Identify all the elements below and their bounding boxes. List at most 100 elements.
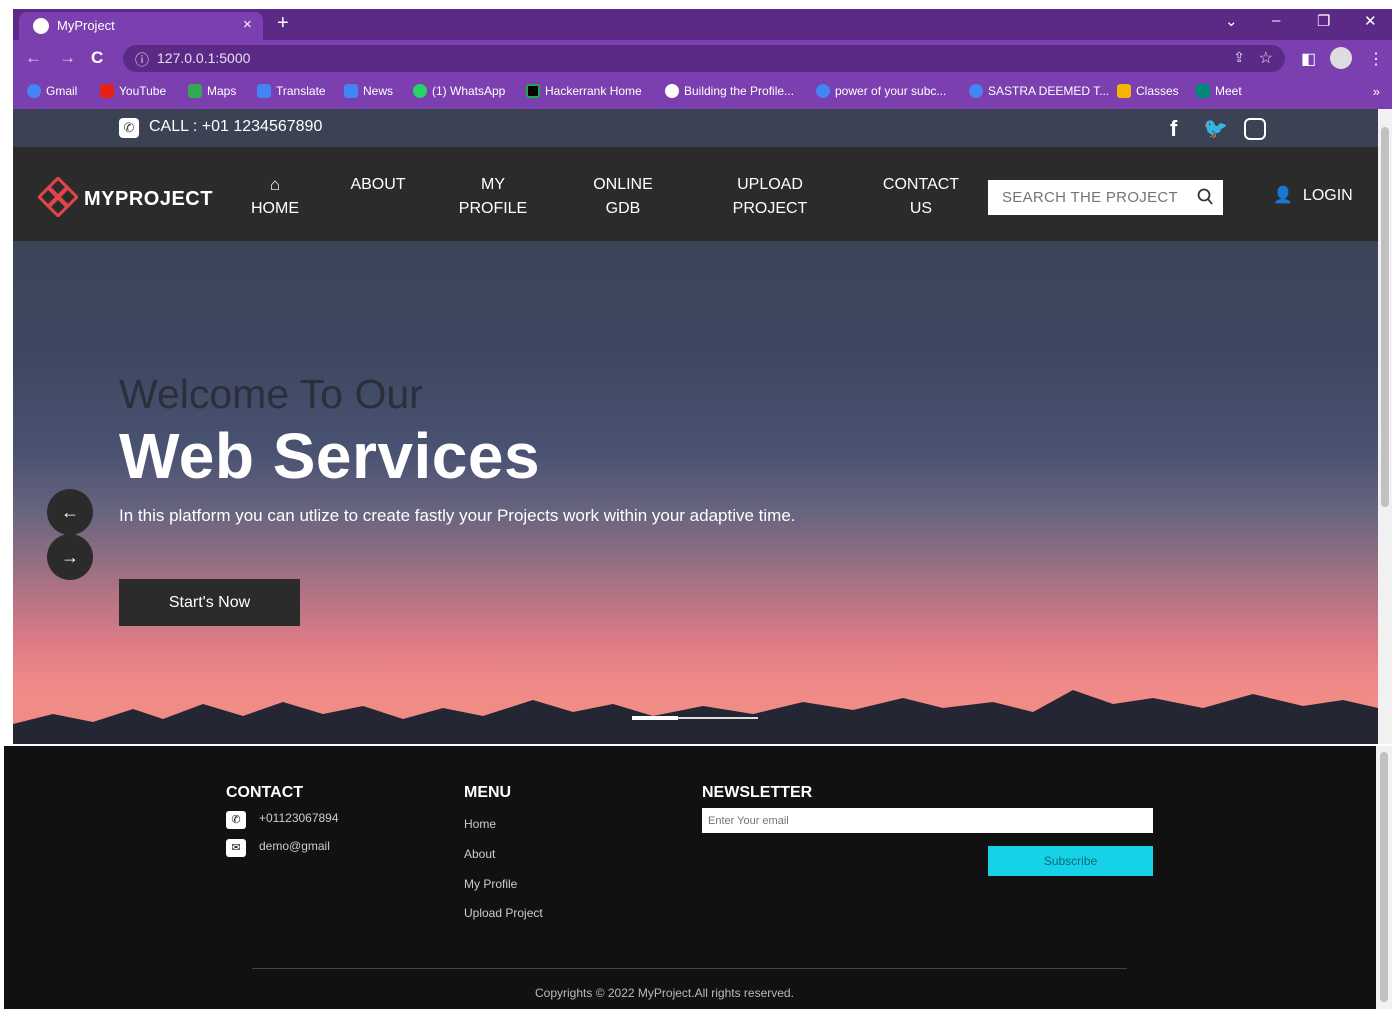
instagram-icon[interactable] [1244, 118, 1266, 140]
forward-arrow-icon[interactable]: → [59, 48, 76, 68]
newsletter-email-input[interactable] [702, 808, 1153, 833]
footer-contact-heading: CONTACT [226, 784, 304, 801]
meet-icon [1196, 84, 1210, 98]
tab-bar: MyProject × + ⌄ – ❐ ✕ [13, 9, 1392, 40]
twitter-icon[interactable]: 🐦 [1203, 116, 1228, 141]
footer-phone: +01123067894 [259, 811, 339, 825]
footer-link-home[interactable]: Home [464, 817, 496, 831]
call-text: CALL : +01 1234567890 [149, 118, 323, 135]
tab-title: MyProject [57, 18, 115, 33]
page-scrollbar[interactable] [1378, 109, 1392, 744]
bookmark-meet[interactable]: Meet [1196, 84, 1242, 98]
bookmark-power-subc[interactable]: power of your subc... [816, 84, 946, 98]
login-link[interactable]: 👤 LOGIN [1273, 185, 1353, 205]
browser-window: MyProject × + ⌄ – ❐ ✕ ← → C ⓘ 127.0.0.1:… [13, 9, 1392, 744]
close-tab-icon[interactable]: × [243, 16, 252, 33]
new-tab-button[interactable]: + [277, 12, 289, 35]
more-bookmarks-icon[interactable]: » [1373, 84, 1380, 99]
tab-search-icon[interactable]: ⌄ [1225, 12, 1238, 30]
nav-upload-project[interactable]: UPLOAD PROJECT [725, 173, 815, 221]
google-icon [27, 84, 41, 98]
footer-divider [252, 968, 1127, 969]
side-panel-icon[interactable]: ◧ [1301, 49, 1316, 69]
footer-menu-heading: MENU [464, 784, 512, 801]
hackerrank-icon [526, 84, 540, 98]
address-bar-row: ← → C ⓘ 127.0.0.1:5000 ⇪ ☆ ◧ ⋮ [13, 40, 1392, 76]
close-window-button[interactable]: ✕ [1364, 12, 1377, 30]
webpage: ✆ CALL : +01 1234567890 f 🐦 MYPROJECT ⌂ … [13, 109, 1378, 744]
globe-icon [33, 18, 49, 34]
bookmark-translate[interactable]: Translate [257, 84, 326, 98]
bookmark-classes[interactable]: Classes [1117, 84, 1179, 98]
facebook-icon[interactable]: f [1170, 116, 1177, 142]
minimize-button[interactable]: – [1272, 12, 1280, 29]
maps-icon [188, 84, 202, 98]
main-navbar: MYPROJECT ⌂ HOME ABOUT MY PROFILE ONLINE… [13, 147, 1378, 241]
mountain-silhouette [13, 690, 1378, 744]
restore-button[interactable]: ❐ [1317, 12, 1330, 30]
translate-icon [257, 84, 271, 98]
slide-indicator[interactable] [632, 716, 758, 720]
news-icon [344, 84, 358, 98]
bookmark-news[interactable]: News [344, 84, 393, 98]
home-icon: ⌂ [269, 175, 281, 194]
start-now-button[interactable]: Start's Now [119, 579, 300, 626]
hero-subtitle: In this platform you can utlize to creat… [119, 506, 796, 525]
site-info-icon[interactable]: ⓘ [135, 50, 149, 70]
search-icon[interactable] [1197, 188, 1213, 206]
search-box [988, 180, 1223, 215]
hero-slider: Welcome To Our Web Services In this plat… [13, 241, 1378, 744]
bookmark-star-icon[interactable]: ☆ [1259, 48, 1273, 68]
bookmark-maps[interactable]: Maps [188, 84, 236, 98]
footer-email: demo@gmail [259, 839, 330, 853]
globe-icon [665, 84, 679, 98]
footer-link-my-profile[interactable]: My Profile [464, 877, 517, 891]
google-icon [969, 84, 983, 98]
hero-headline: Web Services [119, 420, 541, 492]
footer-link-upload-project[interactable]: Upload Project [464, 906, 543, 920]
footer-newsletter-heading: NEWSLETTER [702, 784, 813, 801]
active-slide-indicator [632, 716, 678, 720]
youtube-icon [100, 84, 114, 98]
kebab-menu-icon[interactable]: ⋮ [1368, 49, 1384, 69]
bookmarks-bar: Gmail YouTube Maps Translate News (1) Wh… [13, 76, 1392, 109]
url-text: 127.0.0.1:5000 [157, 50, 251, 66]
bookmark-youtube[interactable]: YouTube [100, 84, 166, 98]
omnibox[interactable]: ⓘ 127.0.0.1:5000 ⇪ ☆ [123, 45, 1285, 72]
bookmark-whatsapp[interactable]: (1) WhatsApp [413, 84, 505, 98]
next-slide-arrow-icon[interactable]: → [47, 534, 93, 580]
nav-online-gdb[interactable]: ONLINE GDB [583, 173, 663, 221]
profile-avatar[interactable] [1330, 47, 1352, 69]
bookmark-gmail[interactable]: Gmail [27, 84, 77, 98]
nav-about[interactable]: ABOUT [348, 173, 408, 197]
footer-section: CONTACT ✆ +01123067894 ✉ demo@gmail MENU… [4, 746, 1376, 1009]
phone-icon: ✆ [119, 118, 139, 138]
back-arrow-icon[interactable]: ← [25, 48, 42, 68]
google-icon [816, 84, 830, 98]
mail-icon: ✉ [226, 839, 246, 857]
scrollbar-thumb[interactable] [1381, 127, 1389, 507]
search-input[interactable] [988, 180, 1188, 215]
brand-name: MYPROJECT [84, 188, 213, 210]
phone-icon: ✆ [226, 811, 246, 829]
nav-my-profile[interactable]: MY PROFILE [453, 173, 533, 221]
brand-logo-icon [38, 177, 78, 217]
bookmark-sastra[interactable]: SASTRA DEEMED T... [969, 84, 1109, 98]
prev-slide-arrow-icon[interactable]: ← [47, 489, 93, 535]
hero-welcome: Welcome To Our [119, 371, 423, 417]
contact-strip: ✆ CALL : +01 1234567890 f 🐦 [13, 109, 1378, 147]
nav-contact-us[interactable]: CONTACT US [876, 173, 966, 221]
reload-icon[interactable]: C [91, 48, 103, 68]
footer-scrollbar[interactable] [1376, 746, 1392, 1009]
share-icon[interactable]: ⇪ [1233, 49, 1245, 66]
user-icon: 👤 [1273, 187, 1293, 204]
whatsapp-icon [413, 84, 427, 98]
bookmark-hackerrank[interactable]: Hackerrank Home [526, 84, 642, 98]
footer-copyright: Copyrights © 2022 MyProject.All rights r… [535, 986, 794, 1000]
bookmark-building-profile[interactable]: Building the Profile... [665, 84, 794, 98]
subscribe-button[interactable]: Subscribe [988, 846, 1153, 876]
browser-tab[interactable]: MyProject × [19, 12, 263, 40]
footer-link-about[interactable]: About [464, 847, 495, 861]
scrollbar-thumb[interactable] [1380, 752, 1388, 1002]
nav-home[interactable]: ⌂ HOME [251, 173, 299, 221]
